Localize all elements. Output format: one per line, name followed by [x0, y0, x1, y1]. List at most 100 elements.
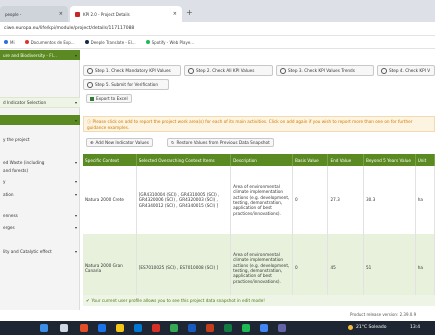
send-icon — [87, 81, 93, 88]
search-icon[interactable] — [60, 324, 68, 332]
column-header[interactable]: Specific Context — [83, 154, 137, 166]
restore-icon: ↻ — [171, 140, 175, 145]
bookmark-item[interactable]: Documentos de Exp... — [24, 40, 75, 45]
bookmark-item[interactable]: Deeple Translate - El... — [84, 40, 136, 45]
table-row[interactable]: Natura 2000 Gran Canaria [ES7010025 (SCI… — [83, 234, 435, 302]
column-header[interactable]: Unit — [415, 154, 435, 166]
bookmarks-bar: Mi Documentos de Exp... Deeple Translate… — [0, 36, 435, 49]
info-message: ⓘ Please click on add to report the proj… — [83, 116, 435, 132]
column-header[interactable]: Basis Value — [292, 154, 329, 166]
bookmark-icon — [4, 40, 8, 44]
table-row[interactable]: Natura 2000 Crete [GR4310004 (SCI) , GR4… — [83, 166, 435, 234]
chevron-down-icon: ▾ — [74, 213, 77, 218]
release-version: Product release version: 2.39.0.9 — [350, 312, 417, 317]
step-3-button[interactable]: Step 3. Check KPI Values Trends — [276, 65, 374, 76]
bookmark-icon — [84, 40, 89, 44]
cell-unit: ha — [415, 166, 435, 234]
chevron-down-icon: ▾ — [74, 100, 77, 105]
step-5-button[interactable]: Step 5. Submit for Verification — [83, 79, 169, 90]
powerpoint-icon[interactable] — [206, 324, 214, 332]
cell-unit: ha — [415, 234, 435, 302]
url-text: ciwe.europa.eu/life/kpi/module/project/d… — [4, 26, 135, 31]
cell-end: 45 — [327, 234, 364, 302]
new-tab-icon[interactable]: + — [186, 8, 193, 17]
browser-tab-people[interactable]: people - × — [0, 6, 68, 22]
sun-icon — [348, 325, 353, 330]
table-header-row: Specific Context Selected Overarching Co… — [83, 154, 435, 166]
chevron-down-icon: ▾ — [74, 179, 77, 184]
cell-items: [GR4310004 (SCI) , GR4310005 (SCI) , GR4… — [136, 166, 232, 234]
export-excel-button[interactable]: Export to Excel — [86, 94, 132, 103]
restore-values-button[interactable]: ↻ Restore Values from Previous Data Snaps… — [167, 138, 274, 147]
clock[interactable]: 13:4 — [410, 325, 420, 330]
chrome-icon[interactable] — [260, 324, 268, 332]
main-content: Step 1. Check Mandatory KPI Values Step … — [83, 50, 435, 310]
check-icon: ✔ — [86, 298, 90, 303]
sidebar-item-indicator-selection[interactable]: d Indicator Selection ▾ — [0, 97, 80, 108]
app-icon[interactable] — [170, 324, 178, 332]
chevron-down-icon: ▾ — [74, 160, 77, 165]
sidebar-item[interactable]: ation ▾ — [0, 191, 80, 198]
sidebar-item[interactable]: y the project — [0, 135, 80, 143]
column-header[interactable]: Selected Overarching Context Items — [136, 154, 232, 166]
sidebar-item[interactable]: ▾ — [0, 115, 80, 125]
cell-context: Natura 2000 Gran Canaria — [83, 234, 137, 302]
column-header[interactable]: Beyond 5 Years Value — [363, 154, 416, 166]
step-2-button[interactable]: Step 2. Check All KPI Values — [184, 65, 273, 76]
word-icon[interactable] — [188, 324, 196, 332]
sidebar-item[interactable]: ure and Biodiversity - Fl... ▾ — [0, 50, 80, 60]
start-icon[interactable] — [40, 324, 48, 332]
cell-context: Natura 2000 Crete — [83, 166, 137, 234]
app-icon[interactable] — [134, 324, 142, 332]
sidebar-item[interactable]: enness ▾ — [0, 212, 80, 219]
chevron-down-icon: ▾ — [74, 117, 77, 123]
sidebar-item[interactable]: y ▾ — [0, 178, 80, 185]
tab-label: people - — [5, 11, 22, 17]
browser-tab-kpi[interactable]: KPI 2.0 - Project Details × — [70, 6, 182, 22]
favicon-icon — [75, 11, 80, 17]
bookmark-item[interactable]: Mi — [4, 40, 15, 45]
app-icon[interactable] — [98, 324, 106, 332]
info-icon: ⓘ — [87, 119, 92, 124]
app-icon[interactable] — [80, 324, 88, 332]
weather-widget[interactable]: 21°C Soleado — [348, 325, 387, 330]
sidebar-item[interactable]: and forests) — [0, 167, 80, 174]
cell-basis: 0 — [292, 166, 329, 234]
indicator-values-table: Specific Context Selected Overarching Co… — [83, 154, 435, 302]
bookmark-icon — [24, 40, 29, 44]
sidebar: ure and Biodiversity - Fl... ▾ d Indicato… — [0, 50, 80, 310]
cell-end: 27.3 — [327, 166, 364, 234]
spotify-icon — [145, 40, 150, 44]
excel-icon[interactable] — [224, 324, 232, 332]
bookmark-item[interactable]: Spotify - Web Playe... — [145, 40, 194, 45]
app-icon[interactable] — [152, 324, 160, 332]
taskbar: 21°C Soleado 13:4 — [0, 321, 435, 335]
check-circle-icon — [188, 67, 194, 74]
chevron-down-icon: ▾ — [74, 52, 77, 58]
close-icon[interactable]: × — [173, 11, 177, 17]
address-bar[interactable]: ciwe.europa.eu/life/kpi/module/project/d… — [0, 22, 435, 36]
column-header[interactable]: Description — [230, 154, 293, 166]
cell-beyond: 30.3 — [363, 166, 416, 234]
step-4-button[interactable]: Step 4. Check KPI V — [377, 65, 435, 76]
step-1-button[interactable]: Step 1. Check Mandatory KPI Values — [83, 65, 181, 76]
spotify-icon[interactable] — [242, 324, 250, 332]
edit-mode-notice: ✔ Your current user profile allows you to… — [83, 295, 435, 306]
browser-tab-bar: people - × KPI 2.0 - Project Details × + — [0, 0, 435, 22]
sidebar-item[interactable]: lity and Catalytic effect ▾ — [0, 248, 80, 255]
column-header[interactable]: End Value — [327, 154, 364, 166]
folder-icon[interactable] — [116, 324, 124, 332]
chevron-down-icon: ▾ — [74, 249, 77, 254]
check-circle-icon — [87, 67, 93, 74]
check-circle-icon — [280, 67, 286, 74]
sidebar-item[interactable]: ed Waste (including ▾ — [0, 159, 80, 166]
add-new-indicator-values-button[interactable]: ⊕ Add New Indicator Values — [86, 138, 153, 147]
close-icon[interactable]: × — [59, 11, 63, 17]
teams-icon[interactable] — [278, 324, 286, 332]
cell-description: Area of environmental climate implementa… — [230, 234, 293, 302]
chevron-down-icon: ▾ — [74, 192, 77, 197]
cell-beyond: 51 — [363, 234, 416, 302]
sidebar-item[interactable]: erges ▾ — [0, 224, 80, 231]
cell-basis: 0 — [292, 234, 329, 302]
excel-icon — [90, 96, 94, 101]
